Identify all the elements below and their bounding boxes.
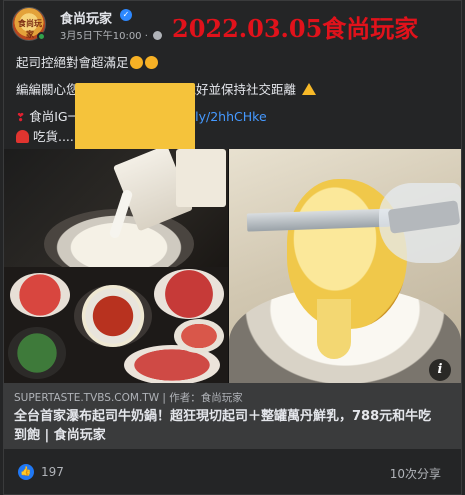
page-name-link[interactable]: 食尚玩家 <box>60 8 112 27</box>
gloved-hand <box>379 183 461 263</box>
info-icon[interactable]: i <box>429 359 451 381</box>
cheese-cutting-photo[interactable] <box>229 149 461 383</box>
post-date-link[interactable]: 3月5日下午10:00 <box>60 31 142 42</box>
verified-badge-icon: ✓ <box>120 9 132 21</box>
mushroom-icon <box>16 130 29 143</box>
link-domain: SUPERTASTE.TVBS.COM.TW | 作者：食尚玩家 <box>14 392 243 404</box>
meat-plate <box>154 269 224 319</box>
heart-eyes-icon <box>129 56 143 69</box>
yuanyang-hotpot <box>74 285 152 347</box>
milk-pour-photo[interactable] <box>4 149 228 279</box>
link-preview-card[interactable]: SUPERTASTE.TVBS.COM.TW | 作者：食尚玩家 全台首家瀑布起… <box>4 383 461 449</box>
online-status-icon <box>37 32 46 41</box>
thumbs-up-icon[interactable]: 👍 <box>18 464 34 480</box>
meat-plate <box>10 273 70 317</box>
post-text-care: 編編關心您 <box>16 82 79 97</box>
post-footer: 👍 197 10次分享 <box>4 449 461 494</box>
link-headline[interactable]: 全台首家瀑布起司牛奶鍋！超狂現切起司＋整罐萬丹鮮乳，788元和牛吃到飽 | 食尚… <box>14 407 444 445</box>
exclamation-heart-icon: ❣ <box>16 111 26 124</box>
facebook-post: 食尚玩家 食尚玩家 ✓ 3月5日下午10:00 · 2022.03.05食尚玩家… <box>3 0 462 495</box>
post-photo-collage[interactable]: i <box>4 149 461 383</box>
meat-plate <box>174 319 224 353</box>
post-meta: 3月5日下午10:00 · <box>60 27 163 42</box>
vegetable-plate <box>8 327 66 379</box>
globe-icon[interactable] <box>153 31 163 40</box>
date-watermark: 2022.03.05食尚玩家 <box>172 14 419 43</box>
meta-separator: · <box>144 31 148 42</box>
warning-icon <box>301 83 316 95</box>
post-text-satisfied: 絕對會超滿足 <box>53 55 129 70</box>
heart-eyes-icon <box>144 56 158 69</box>
post-line-1: 起司控 絕對會超滿足 <box>16 53 456 233</box>
reaction-count[interactable]: 197 <box>41 465 64 479</box>
post-text-cheese-lover: 起司控 <box>16 55 54 70</box>
post-text: 起司控 絕對會超滿足 編編關心您 全民防疫 口罩戴好並保持社交距離 ❣ 食尚IG一… <box>16 53 456 233</box>
hotpot-spread-photo[interactable] <box>4 267 228 383</box>
cheese-drip <box>317 299 351 359</box>
share-count[interactable]: 10次分享 <box>390 465 441 482</box>
milk-carton-2 <box>176 149 226 207</box>
